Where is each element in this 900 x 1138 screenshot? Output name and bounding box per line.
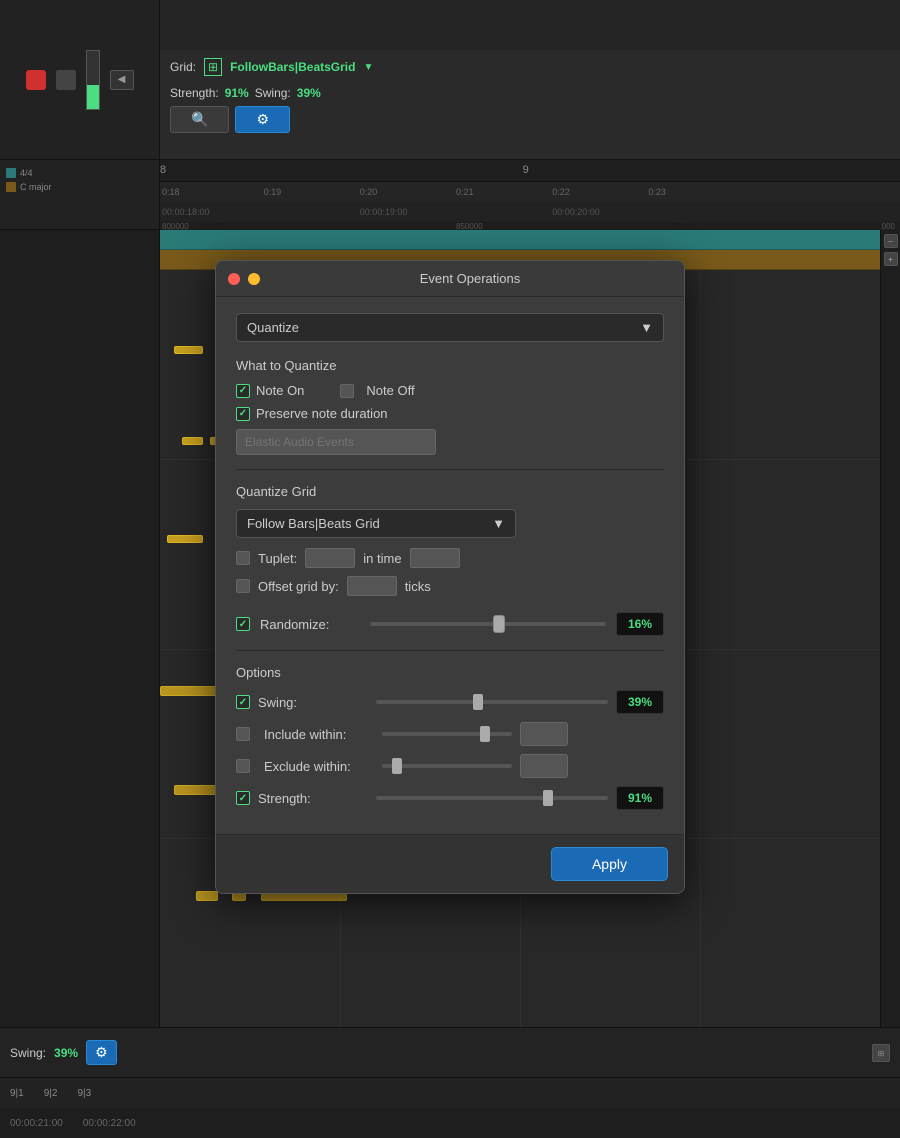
include-slider[interactable] bbox=[382, 732, 512, 736]
swing-value: 39% bbox=[616, 690, 664, 714]
tuplet-row: Tuplet: in time bbox=[236, 548, 664, 568]
note-off-checkbox[interactable] bbox=[340, 384, 354, 398]
strength-checkbox[interactable] bbox=[236, 791, 250, 805]
grid-dropdown-value: Follow Bars|Beats Grid bbox=[247, 516, 380, 531]
strength-opt-label: Strength: bbox=[258, 791, 368, 806]
strength-slider-thumb[interactable] bbox=[543, 790, 553, 806]
randomize-slider-track[interactable] bbox=[370, 622, 606, 626]
swing-opt-label: Swing: bbox=[258, 695, 368, 710]
grid-dropdown-arrow: ▼ bbox=[492, 516, 505, 531]
offset-checkbox[interactable] bbox=[236, 579, 250, 593]
ticks-label: ticks bbox=[405, 579, 431, 594]
include-input[interactable] bbox=[520, 722, 568, 746]
include-row: Include within: bbox=[236, 722, 664, 746]
include-checkbox[interactable] bbox=[236, 727, 250, 741]
elastic-input-row bbox=[236, 429, 664, 455]
exclude-slider-thumb[interactable] bbox=[392, 758, 402, 774]
include-label: Include within: bbox=[264, 727, 374, 742]
tuplet-input[interactable] bbox=[305, 548, 355, 568]
randomize-checkbox[interactable] bbox=[236, 617, 250, 631]
modal-overlay: Event Operations Quantize ▼ What to Quan… bbox=[0, 0, 900, 1137]
strength-row: Strength: 91% bbox=[236, 786, 664, 810]
include-slider-thumb[interactable] bbox=[480, 726, 490, 742]
swing-checkbox[interactable] bbox=[236, 695, 250, 709]
exclude-label: Exclude within: bbox=[264, 759, 374, 774]
strength-value: 91% bbox=[616, 786, 664, 810]
note-on-row: Note On Note Off bbox=[236, 383, 664, 398]
note-on-item: Note On bbox=[236, 383, 304, 398]
exclude-row: Exclude within: bbox=[236, 754, 664, 778]
operation-dropdown[interactable]: Quantize ▼ bbox=[236, 313, 664, 342]
operation-dropdown-value: Quantize bbox=[247, 320, 299, 335]
offset-input[interactable] bbox=[347, 576, 397, 596]
elastic-input[interactable] bbox=[236, 429, 436, 455]
modal-footer: Apply bbox=[216, 834, 684, 893]
preserve-label: Preserve note duration bbox=[256, 406, 388, 421]
tuplet-checkbox[interactable] bbox=[236, 551, 250, 565]
note-on-checkbox[interactable] bbox=[236, 384, 250, 398]
modal-minimize-button[interactable] bbox=[248, 273, 260, 285]
exclude-input[interactable] bbox=[520, 754, 568, 778]
what-to-quantize-title: What to Quantize bbox=[236, 358, 664, 373]
modal-close-button[interactable] bbox=[228, 273, 240, 285]
preserve-row: Preserve note duration bbox=[236, 406, 664, 421]
grid-dropdown[interactable]: Follow Bars|Beats Grid ▼ bbox=[236, 509, 516, 538]
options-title: Options bbox=[236, 665, 664, 680]
note-off-item: Note Off bbox=[340, 383, 414, 398]
strength-slider[interactable] bbox=[376, 796, 608, 800]
randomize-slider-thumb[interactable] bbox=[493, 615, 505, 633]
note-off-label: Note Off bbox=[366, 383, 414, 398]
divider-1 bbox=[236, 469, 664, 470]
exclude-checkbox[interactable] bbox=[236, 759, 250, 773]
divider-2 bbox=[236, 650, 664, 651]
swing-slider-thumb[interactable] bbox=[473, 694, 483, 710]
event-operations-modal: Event Operations Quantize ▼ What to Quan… bbox=[215, 260, 685, 894]
offset-row: Offset grid by: ticks bbox=[236, 576, 664, 596]
randomize-value: 16% bbox=[616, 612, 664, 636]
tuplet-label: Tuplet: bbox=[258, 551, 297, 566]
apply-button[interactable]: Apply bbox=[551, 847, 668, 881]
modal-titlebar: Event Operations bbox=[216, 261, 684, 297]
spacer-1 bbox=[236, 604, 664, 612]
randomize-row: Randomize: 16% bbox=[236, 612, 664, 636]
exclude-slider[interactable] bbox=[382, 764, 512, 768]
preserve-checkbox[interactable] bbox=[236, 407, 250, 421]
offset-label: Offset grid by: bbox=[258, 579, 339, 594]
swing-slider[interactable] bbox=[376, 700, 608, 704]
modal-body: Quantize ▼ What to Quantize Note On Note… bbox=[216, 297, 684, 834]
swing-row: Swing: 39% bbox=[236, 690, 664, 714]
modal-title: Event Operations bbox=[268, 271, 672, 286]
randomize-label: Randomize: bbox=[260, 617, 360, 632]
in-time-label: in time bbox=[363, 551, 401, 566]
preserve-item: Preserve note duration bbox=[236, 406, 388, 421]
in-time-input[interactable] bbox=[410, 548, 460, 568]
operation-dropdown-arrow: ▼ bbox=[640, 320, 653, 335]
note-on-label: Note On bbox=[256, 383, 304, 398]
quantize-grid-title: Quantize Grid bbox=[236, 484, 664, 499]
